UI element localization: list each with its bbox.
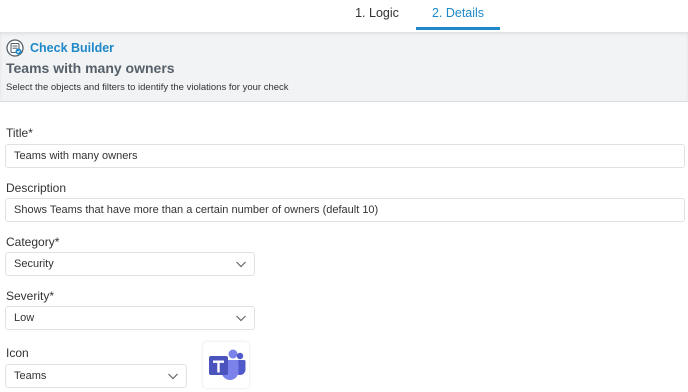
tab-details[interactable]: 2. Details (416, 0, 500, 32)
teams-logo-preview (203, 342, 249, 388)
severity-label: Severity* (6, 289, 55, 303)
chevron-down-icon (236, 315, 246, 322)
page-header: Check Builder Teams with many owners Sel… (0, 32, 688, 102)
category-label: Category* (6, 235, 60, 249)
title-input[interactable]: Teams with many owners (5, 144, 685, 168)
tab-details-label: 2. Details (431, 6, 485, 20)
icon-selected-value: Teams (14, 370, 47, 382)
category-selected-value: Security (14, 258, 54, 270)
page-subtitle: Select the objects and filters to identi… (6, 82, 289, 93)
check-builder-heading: Check Builder (6, 39, 114, 57)
severity-selected-value: Low (14, 312, 35, 324)
chevron-down-icon (168, 373, 178, 380)
check-builder-label: Check Builder (30, 41, 115, 55)
teams-logo-icon (209, 349, 246, 380)
category-select[interactable]: Security (5, 252, 255, 276)
chevron-down-icon (236, 261, 246, 268)
tab-logic[interactable]: 1. Logic (338, 0, 416, 32)
description-label: Description (6, 181, 67, 195)
severity-select[interactable]: Low (5, 306, 255, 330)
icon-select[interactable]: Teams (5, 364, 187, 388)
title-label: Title* (6, 126, 33, 140)
tab-bar: 1. Logic 2. Details (0, 0, 688, 32)
icon-label: Icon (6, 346, 29, 360)
active-tab-indicator (416, 27, 500, 30)
page-title: Teams with many owners (6, 60, 175, 76)
check-builder-icon (6, 39, 24, 57)
description-input[interactable]: Shows Teams that have more than a certai… (5, 198, 685, 222)
